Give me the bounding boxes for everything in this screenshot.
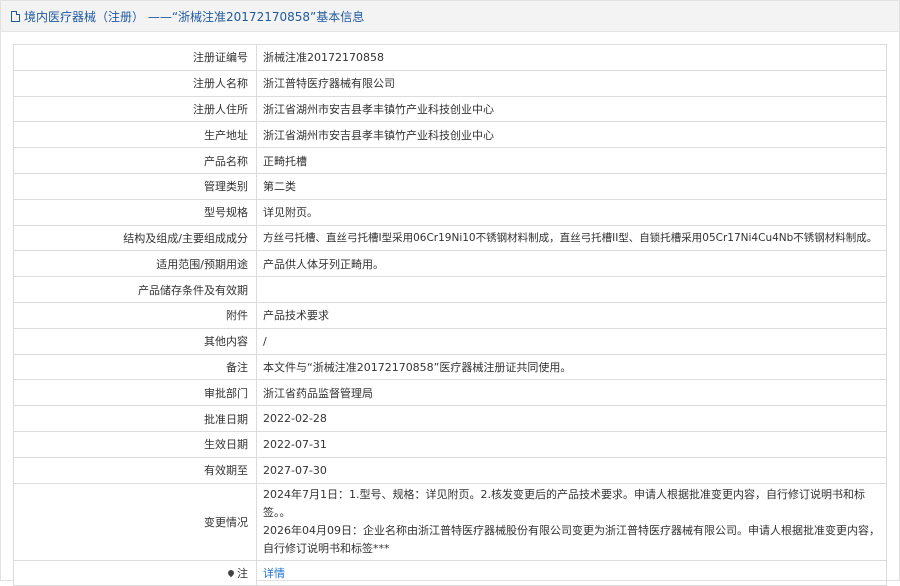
row-label: 备注 bbox=[13, 353, 257, 381]
row-label: 其他内容 bbox=[13, 327, 257, 355]
row-value: 方丝弓托槽、直丝弓托槽I型采用06Cr19Ni10不锈钢材料制成，直丝弓托槽II… bbox=[256, 224, 887, 252]
table-row: 备注 本文件与“浙械注准20172170858”医疗器械注册证共同使用。 bbox=[13, 353, 887, 381]
pin-icon bbox=[226, 568, 236, 578]
table-row: 生产地址 浙江省湖州市安吉县孝丰镇竹产业科技创业中心 bbox=[13, 121, 887, 149]
row-value: 浙械注准20172170858 bbox=[256, 44, 887, 71]
row-label: 审批部门 bbox=[13, 379, 257, 407]
change-history-row: 变更情况 2024年7月1日：1.型号、规格：详见附页。2.核发变更后的产品技术… bbox=[13, 482, 887, 561]
table-row: 其他内容 / bbox=[13, 327, 887, 355]
row-value: 第二类 bbox=[256, 172, 887, 200]
row-label: 型号规格 bbox=[13, 198, 257, 226]
table-row: 审批部门 浙江省药品监督管理局 bbox=[13, 379, 887, 407]
row-label: 批准日期 bbox=[13, 405, 257, 432]
row-value: 产品供人体牙列正畸用。 bbox=[256, 250, 887, 278]
row-value: 2022-02-28 bbox=[256, 405, 887, 432]
note-label: 注 bbox=[237, 566, 248, 580]
row-label: 产品储存条件及有效期 bbox=[13, 276, 257, 303]
row-value: / bbox=[256, 327, 887, 355]
row-value: 浙江省湖州市安吉县孝丰镇竹产业科技创业中心 bbox=[256, 121, 887, 149]
document-icon bbox=[11, 10, 20, 22]
change-history-label: 变更情况 bbox=[13, 482, 257, 561]
panel-header: 境内医疗器械（注册） ——“浙械注准20172170858”基本信息 bbox=[1, 1, 899, 32]
row-value: 浙江普特医疗器械有限公司 bbox=[256, 69, 887, 97]
row-value: 正畸托槽 bbox=[256, 147, 887, 174]
row-value: 浙江省药品监督管理局 bbox=[256, 379, 887, 407]
row-label: 注册证编号 bbox=[13, 44, 257, 71]
row-label: 生产地址 bbox=[13, 121, 257, 149]
row-label: 附件 bbox=[13, 301, 257, 329]
row-value: 浙江省湖州市安吉县孝丰镇竹产业科技创业中心 bbox=[256, 95, 887, 123]
table-row: 注册人名称 浙江普特医疗器械有限公司 bbox=[13, 69, 887, 97]
row-value: 2027-07-30 bbox=[256, 456, 887, 484]
table-row: 产品名称 正畸托槽 bbox=[13, 147, 887, 174]
change-history-value: 2024年7月1日：1.型号、规格：详见附页。2.核发变更后的产品技术要求。申请… bbox=[256, 482, 887, 561]
row-label: 产品名称 bbox=[13, 147, 257, 174]
row-value: 本文件与“浙械注准20172170858”医疗器械注册证共同使用。 bbox=[256, 353, 887, 381]
table-row: 管理类别 第二类 bbox=[13, 172, 887, 200]
table-row: 附件 产品技术要求 bbox=[13, 301, 887, 329]
row-label: 有效期至 bbox=[13, 456, 257, 484]
table-row: 型号规格 详见附页。 bbox=[13, 198, 887, 226]
note-row: 注 详情 bbox=[13, 559, 887, 586]
change-entry: 2024年7月1日：1.型号、规格：详见附页。2.核发变更后的产品技术要求。申请… bbox=[263, 487, 865, 519]
note-label-cell: 注 bbox=[13, 559, 257, 586]
registration-info-panel: 境内医疗器械（注册） ——“浙械注准20172170858”基本信息 注册证编号… bbox=[0, 0, 900, 586]
table-row: 批准日期 2022-02-28 bbox=[13, 405, 887, 432]
table-row: 产品储存条件及有效期 bbox=[13, 276, 887, 303]
row-label: 结构及组成/主要组成成分 bbox=[13, 224, 257, 252]
details-link[interactable]: 详情 bbox=[263, 567, 285, 580]
row-label: 管理类别 bbox=[13, 172, 257, 200]
row-value: 2022-07-31 bbox=[256, 430, 887, 458]
table-row: 有效期至 2027-07-30 bbox=[13, 456, 887, 484]
table-row: 注册人住所 浙江省湖州市安吉县孝丰镇竹产业科技创业中心 bbox=[13, 95, 887, 123]
change-entry: 2026年04月09日：企业名称由浙江普特医疗器械股份有限公司变更为浙江普特医疗… bbox=[263, 523, 880, 555]
page-title: 境内医疗器械（注册） ——“浙械注准20172170858”基本信息 bbox=[24, 9, 365, 24]
note-value-cell: 详情 bbox=[256, 559, 887, 586]
row-value: 详见附页。 bbox=[256, 198, 887, 226]
row-label: 注册人名称 bbox=[13, 69, 257, 97]
row-label: 生效日期 bbox=[13, 430, 257, 458]
row-value bbox=[256, 276, 887, 303]
table-row: 适用范围/预期用途 产品供人体牙列正畸用。 bbox=[13, 250, 887, 278]
table-row: 结构及组成/主要组成成分 方丝弓托槽、直丝弓托槽I型采用06Cr19Ni10不锈钢… bbox=[13, 224, 887, 252]
row-value: 产品技术要求 bbox=[256, 301, 887, 329]
table-row: 生效日期 2022-07-31 bbox=[13, 430, 887, 458]
row-label: 注册人住所 bbox=[13, 95, 257, 123]
table-row: 注册证编号 浙械注准20172170858 bbox=[13, 44, 887, 71]
info-table: 注册证编号 浙械注准20172170858 注册人名称 浙江普特医疗器械有限公司 注… bbox=[13, 44, 887, 586]
row-label: 适用范围/预期用途 bbox=[13, 250, 257, 278]
